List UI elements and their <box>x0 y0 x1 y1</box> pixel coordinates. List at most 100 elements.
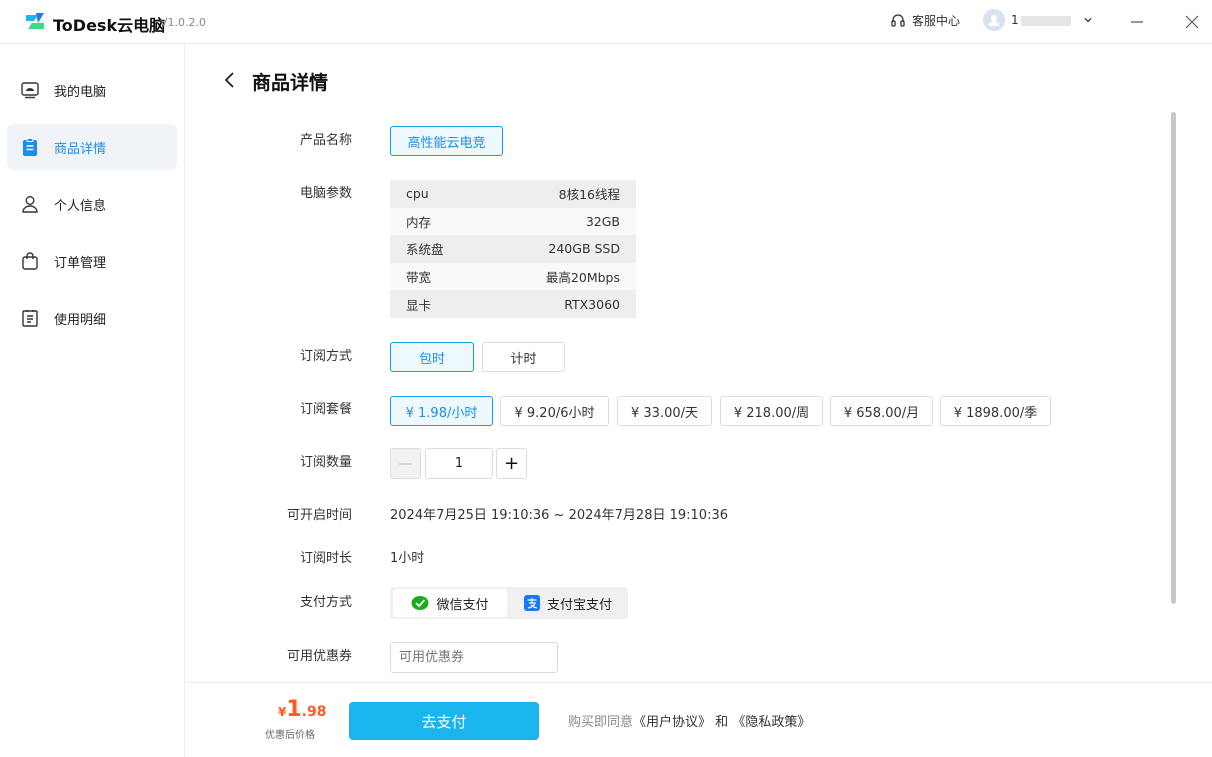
headset-icon <box>891 13 905 27</box>
redacted-mask <box>1020 15 1071 26</box>
user-menu[interactable]: 1 <box>983 9 1093 31</box>
label-coupon: 可用优惠券 <box>286 649 352 664</box>
payment-wechat-option[interactable]: 微信支付 <box>393 589 507 617</box>
label-quantity: 订阅数量 <box>299 455 352 470</box>
spec-value: 最高20Mbps <box>545 270 620 286</box>
chip-label: ¥ 33.00/天 <box>631 405 698 421</box>
label-payment-method: 支付方式 <box>299 595 352 610</box>
plan-option-quarter[interactable]: ¥ 1898.00/季 <box>940 396 1051 426</box>
label-plan: 订阅套餐 <box>299 402 352 417</box>
payment-alipay-label: 支付宝支付 <box>546 597 612 613</box>
agree-and: 和 <box>715 715 729 730</box>
label-duration: 订阅时长 <box>299 551 352 566</box>
sidebar-item-my-computer[interactable]: 我的电脑 <box>7 67 177 113</box>
quantity-increment-button[interactable]: + <box>496 448 527 479</box>
sidebar-item-order-management[interactable]: 订单管理 <box>7 238 177 284</box>
spec-key: 显卡 <box>406 297 432 313</box>
user-icon <box>20 194 40 214</box>
sidebar-item-product-details[interactable]: 商品详情 <box>7 124 177 170</box>
spec-row-cpu: cpu 8核16线程 <box>390 180 636 208</box>
product-name-chip[interactable]: 高性能云电竞 <box>390 126 503 156</box>
user-avatar-icon <box>988 15 1000 26</box>
avatar <box>983 9 1005 31</box>
spec-row-gpu: 显卡 RTX3060 <box>390 290 636 318</box>
spec-value: 8核16线程 <box>558 187 620 203</box>
chip-label: ¥ 218.00/周 <box>733 405 810 421</box>
chip-label: 包时 <box>418 351 445 367</box>
sidebar-item-label: 使用明细 <box>54 312 107 328</box>
list-icon <box>20 308 40 328</box>
chip-label: ¥ 658.00/月 <box>843 405 920 421</box>
spec-value: RTX3060 <box>564 296 620 312</box>
app-window: ToDesk云电脑 V1.0.2.0 客服中心 1 我的电脑 商品详情 个人信息… <box>0 0 1212 757</box>
available-time-value: 2024年7月25日 19:10:36 ~ 2024年7月28日 19:10:3… <box>390 508 728 523</box>
agreement-text: 购买即同意《用户协议》 和 《隐私政策》 <box>568 711 810 730</box>
privacy-policy-link[interactable]: 《隐私政策》 <box>732 715 810 730</box>
spec-key: 带宽 <box>406 270 432 286</box>
sidebar-item-usage-details[interactable]: 使用明细 <box>7 295 177 341</box>
user-agreement-link[interactable]: 《用户协议》 <box>633 715 711 730</box>
minus-icon: — <box>398 455 413 472</box>
bag-icon <box>20 251 40 271</box>
chevron-down-icon <box>1084 18 1092 23</box>
price-currency: ¥ <box>278 705 287 719</box>
subscription-type-hourly-package[interactable]: 包时 <box>390 342 474 372</box>
price-decimal: .98 <box>301 704 327 720</box>
plan-option-1-hour[interactable]: ¥ 1.98/小时 <box>390 396 493 426</box>
monitor-icon <box>20 80 40 100</box>
plan-option-month[interactable]: ¥ 658.00/月 <box>830 396 933 426</box>
close-icon <box>1185 15 1199 29</box>
user-name: 1 <box>1011 13 1077 27</box>
app-name: ToDesk云电脑 <box>53 16 166 35</box>
sidebar-item-label: 个人信息 <box>54 198 107 214</box>
support-center-button[interactable]: 客服中心 <box>890 12 960 29</box>
label-available-time: 可开启时间 <box>286 508 352 523</box>
wechat-icon <box>411 596 429 610</box>
agree-prefix: 购买即同意 <box>568 715 634 730</box>
pay-button[interactable]: 去支付 <box>349 702 539 740</box>
quantity-decrement-button[interactable]: — <box>390 448 421 479</box>
title-bar: ToDesk云电脑 V1.0.2.0 客服中心 1 <box>0 0 1212 44</box>
spec-key: 内存 <box>406 214 432 230</box>
spec-row-memory: 内存 32GB <box>390 207 636 236</box>
page-title: 商品详情 <box>252 72 329 94</box>
chip-label: ¥ 1898.00/季 <box>953 405 1038 421</box>
quantity-value: 1 <box>454 456 464 471</box>
sidebar-item-label: 商品详情 <box>54 141 107 157</box>
plan-option-day[interactable]: ¥ 33.00/天 <box>617 396 712 426</box>
alipay-icon <box>523 595 540 611</box>
label-product-name: 产品名称 <box>299 133 352 148</box>
plus-icon: + <box>503 453 520 474</box>
subscription-type-metered[interactable]: 计时 <box>482 342 565 372</box>
content-scrollbar[interactable] <box>1171 112 1176 604</box>
chip-label: 计时 <box>510 351 537 367</box>
coupon-input[interactable] <box>390 642 558 673</box>
minimize-button[interactable] <box>1125 10 1149 34</box>
todesk-logo-icon <box>26 13 44 29</box>
spec-value: 240GB SSD <box>548 241 620 257</box>
price-note: 优惠后价格 <box>265 730 315 741</box>
plan-option-week[interactable]: ¥ 218.00/周 <box>720 396 823 426</box>
final-price: ¥ 1 .98 <box>278 697 326 722</box>
sidebar-item-personal-info[interactable]: 个人信息 <box>7 181 177 227</box>
clipboard-icon <box>20 137 40 157</box>
quantity-input[interactable]: 1 <box>425 448 493 479</box>
close-button[interactable] <box>1180 10 1204 34</box>
price-integer: 1 <box>286 697 302 722</box>
plan-option-6-hours[interactable]: ¥ 9.20/6小时 <box>500 396 609 426</box>
payment-alipay-option[interactable]: 支付宝支付 <box>512 589 624 617</box>
payment-wechat-label: 微信支付 <box>436 597 489 613</box>
label-subscription-type: 订阅方式 <box>299 349 352 364</box>
sidebar-item-label: 订单管理 <box>54 255 107 271</box>
label-specs: 电脑参数 <box>299 186 352 201</box>
spec-key: cpu <box>406 186 429 202</box>
spec-value: 32GB <box>585 213 620 229</box>
spec-row-system-disk: 系统盘 240GB SSD <box>390 235 636 263</box>
payment-method-selector: 微信支付 支付宝支付 <box>390 587 628 619</box>
spec-key: 系统盘 <box>406 242 444 258</box>
back-arrow-icon[interactable] <box>222 70 238 90</box>
chip-label: ¥ 1.98/小时 <box>405 405 478 421</box>
app-version: V1.0.2.0 <box>160 16 207 29</box>
duration-value: 1小时 <box>390 551 425 566</box>
support-label: 客服中心 <box>912 14 961 28</box>
